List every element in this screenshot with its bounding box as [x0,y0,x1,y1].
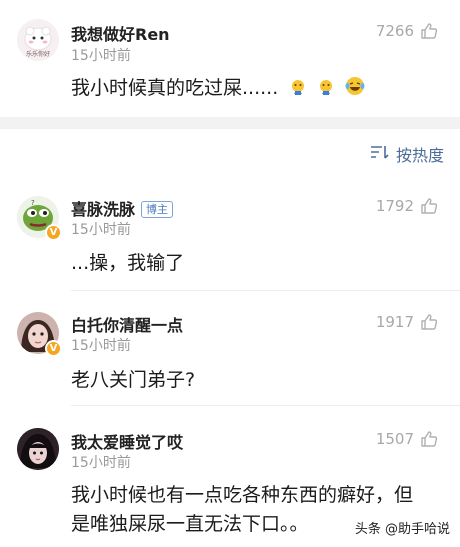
timestamp: 15小时前 [71,222,131,238]
crying-face-icon [316,77,336,106]
avatar[interactable]: V [17,312,62,357]
like-button[interactable]: 7266 [376,22,438,40]
section-separator [0,117,460,129]
sort-toggle[interactable]: 按热度 [370,142,444,166]
laughing-tears-icon [344,75,366,106]
like-count: 1792 [375,197,414,215]
comment-text: 我小时候真的吃过屎...... [71,74,444,106]
timestamp: 15小时前 [71,455,131,471]
divider [71,405,460,406]
timestamp: 15小时前 [71,338,131,354]
sort-label: 按热度 [395,146,444,165]
like-count: 1507 [375,430,414,448]
avatar[interactable] [17,428,59,470]
like-button[interactable]: 1792 [376,197,438,215]
username[interactable]: 我想做好Ren [71,21,170,45]
avatar[interactable]: 乐乐你好 [17,19,59,61]
verified-badge: V [45,340,62,357]
svg-text:?: ? [31,199,35,207]
divider [71,290,460,291]
thumbs-up-icon [420,313,438,331]
avatar-caption: 乐乐你好 [25,51,50,58]
thumbs-up-icon [420,197,438,215]
timestamp: 15小时前 [71,48,131,64]
avatar[interactable]: ? V [17,196,62,241]
comment-text-body: 我小时候真的吃过屎...... [71,77,279,99]
username[interactable]: 我太爱睡觉了哎 [71,429,183,453]
comment-text: ...操，我输了 [71,252,185,274]
sort-icon [370,144,390,164]
watermark: 头条 @助手哈说 [355,518,450,537]
like-count: 1917 [375,313,414,331]
username-text: 喜脉洗脉 [71,200,136,219]
watermark-text: 头条 @助手哈说 [354,522,450,537]
username[interactable]: 白托你清醒一点 [71,312,183,336]
thumbs-up-icon [420,22,438,40]
comment-text: 老八关门弟子? [71,369,196,391]
author-badge: 博主 [141,201,174,218]
like-button[interactable]: 1507 [376,430,438,448]
username[interactable]: 喜脉洗脉 博主 [71,196,174,220]
thumbs-up-icon [420,430,438,448]
crying-face-icon [288,77,308,106]
verified-badge: V [45,224,62,241]
like-button[interactable]: 1917 [376,313,438,331]
like-count: 7266 [375,22,414,40]
